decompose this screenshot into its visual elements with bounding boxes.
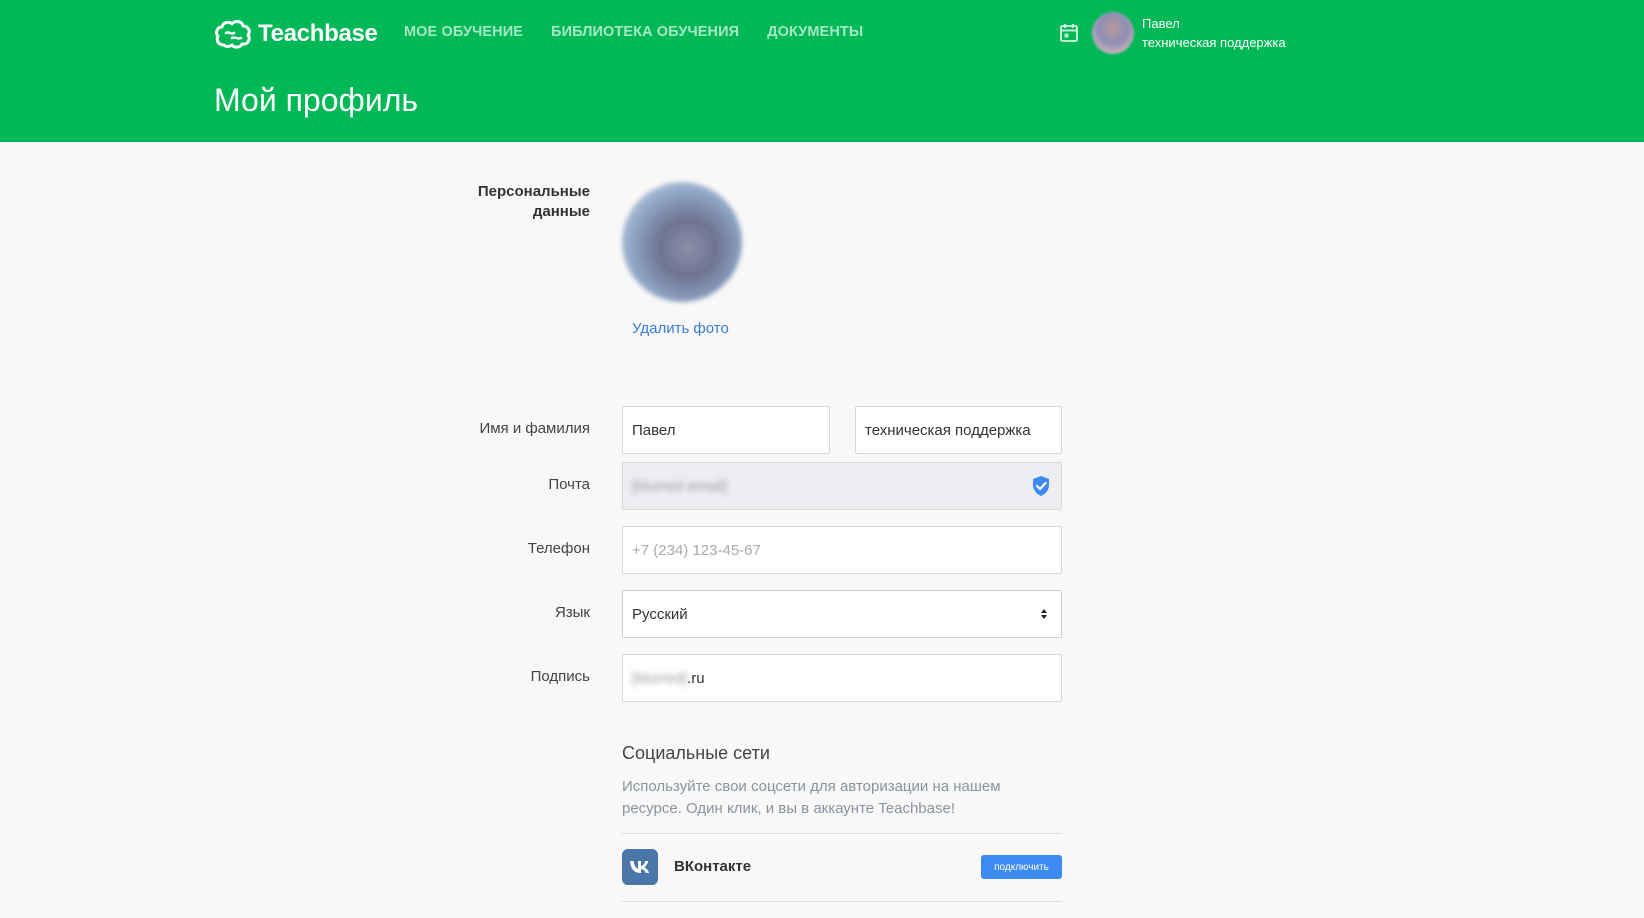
name-label: Имя и фамилия	[479, 420, 590, 437]
social-section-description: Используйте свои соцсети для авторизации…	[622, 778, 1001, 817]
user-menu[interactable]: Павел техническая поддержка	[1058, 12, 1286, 54]
signature-blurred-value: [blurred]	[632, 669, 688, 687]
shield-check-icon	[1033, 476, 1049, 496]
top-header: Teachbase МОЕ ОБУЧЕНИЕ БИБЛИОТЕКА ОБУЧЕН…	[0, 0, 1644, 142]
avatar[interactable]	[1092, 12, 1134, 54]
nav-my-learning[interactable]: МОЕ ОБУЧЕНИЕ	[404, 24, 523, 40]
signature-suffix: .ru	[687, 669, 705, 687]
last-name-value: техническая поддержка	[865, 421, 1031, 439]
brand-name: Teachbase	[258, 20, 378, 47]
first-name-value: Павел	[632, 421, 676, 439]
vk-connect-button[interactable]: подключить	[981, 855, 1062, 879]
calendar-icon[interactable]	[1058, 22, 1080, 44]
brain-logo-icon	[215, 20, 251, 49]
profile-photo[interactable]	[622, 182, 742, 302]
phone-placeholder: +7 (234) 123-45-67	[632, 541, 761, 559]
user-name-block[interactable]: Павел техническая поддержка	[1142, 14, 1286, 52]
user-first-name: Павел	[1142, 16, 1180, 31]
main-nav: МОЕ ОБУЧЕНИЕ БИБЛИОТЕКА ОБУЧЕНИЯ ДОКУМЕН…	[404, 24, 891, 40]
section-label-personal: Персональные данные	[477, 183, 590, 220]
social-section-title: Социальные сети	[622, 743, 770, 763]
nav-documents[interactable]: ДОКУМЕНТЫ	[767, 24, 863, 40]
vk-network-name: ВКонтакте	[674, 858, 752, 875]
language-select[interactable]: Русский	[622, 590, 1062, 638]
delete-photo-link[interactable]: Удалить фото	[632, 320, 729, 337]
last-name-input[interactable]: техническая поддержка	[855, 406, 1062, 454]
divider	[622, 901, 1062, 902]
select-arrows-icon	[1041, 609, 1047, 619]
brand-logo[interactable]: Teachbase	[214, 16, 378, 52]
nav-learning-library[interactable]: БИБЛИОТЕКА ОБУЧЕНИЯ	[551, 24, 739, 40]
vk-icon	[622, 849, 658, 885]
phone-label: Телефон	[527, 540, 590, 557]
signature-input[interactable]: [blurred] .ru	[622, 654, 1062, 702]
page-title: Мой профиль	[214, 82, 419, 118]
user-last-name: техническая поддержка	[1142, 35, 1286, 50]
email-field: [blurred email]	[622, 462, 1062, 510]
language-value: Русский	[632, 605, 688, 623]
email-label: Почта	[548, 476, 590, 493]
language-label: Язык	[554, 604, 590, 621]
phone-input[interactable]: +7 (234) 123-45-67	[622, 526, 1062, 574]
divider	[622, 833, 1062, 834]
email-value: [blurred email]	[632, 477, 728, 495]
signature-label: Подпись	[530, 668, 590, 685]
first-name-input[interactable]: Павел	[622, 406, 830, 454]
